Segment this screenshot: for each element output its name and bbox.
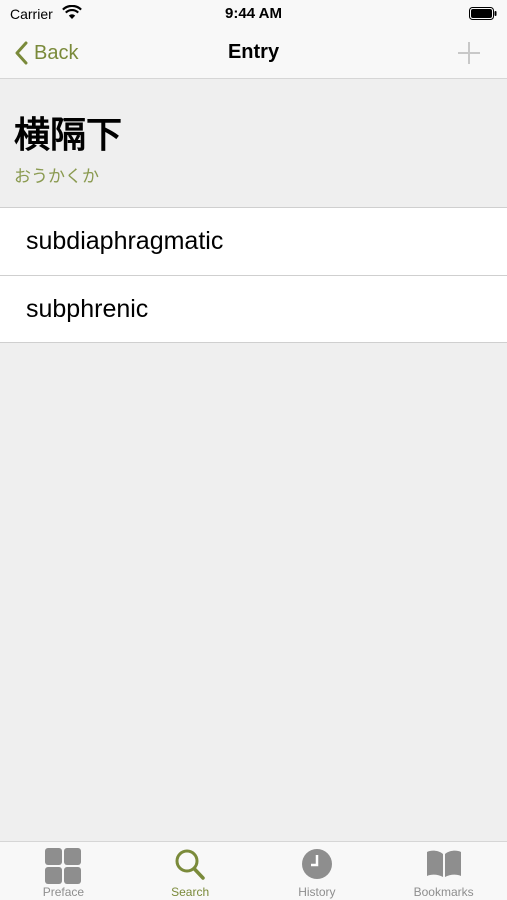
tab-label: Bookmarks [413,885,474,899]
entry-kanji: 横隔下 [14,115,123,156]
add-button[interactable] [457,41,481,70]
navigation-bar: Back Entry [0,28,507,79]
status-time: 9:44 AM [225,5,282,22]
tab-history[interactable]: History [254,842,381,900]
status-bar: Carrier 9:44 AM [0,0,507,28]
search-icon [174,848,206,887]
tab-bar: Preface Search History Bookmarks [0,841,507,900]
tab-label: History [298,885,336,899]
battery-icon [469,7,497,25]
tab-bookmarks[interactable]: Bookmarks [380,842,507,900]
plus-icon [458,42,480,64]
grid-icon [44,848,82,889]
tab-label: Search [171,885,210,899]
entry-header: 横隔下 おうかくか [0,80,507,207]
clock-icon [301,848,333,885]
translation-list: subdiaphragmatic subphrenic [0,207,507,343]
tab-label: Preface [42,885,85,899]
page-title: Entry [227,41,280,63]
book-icon [426,848,462,885]
list-item[interactable]: subdiaphragmatic [0,208,507,275]
entry-reading: おうかくか [14,167,99,187]
list-item[interactable]: subphrenic [0,275,507,342]
tab-search[interactable]: Search [127,842,254,900]
tab-preface[interactable]: Preface [0,842,127,900]
